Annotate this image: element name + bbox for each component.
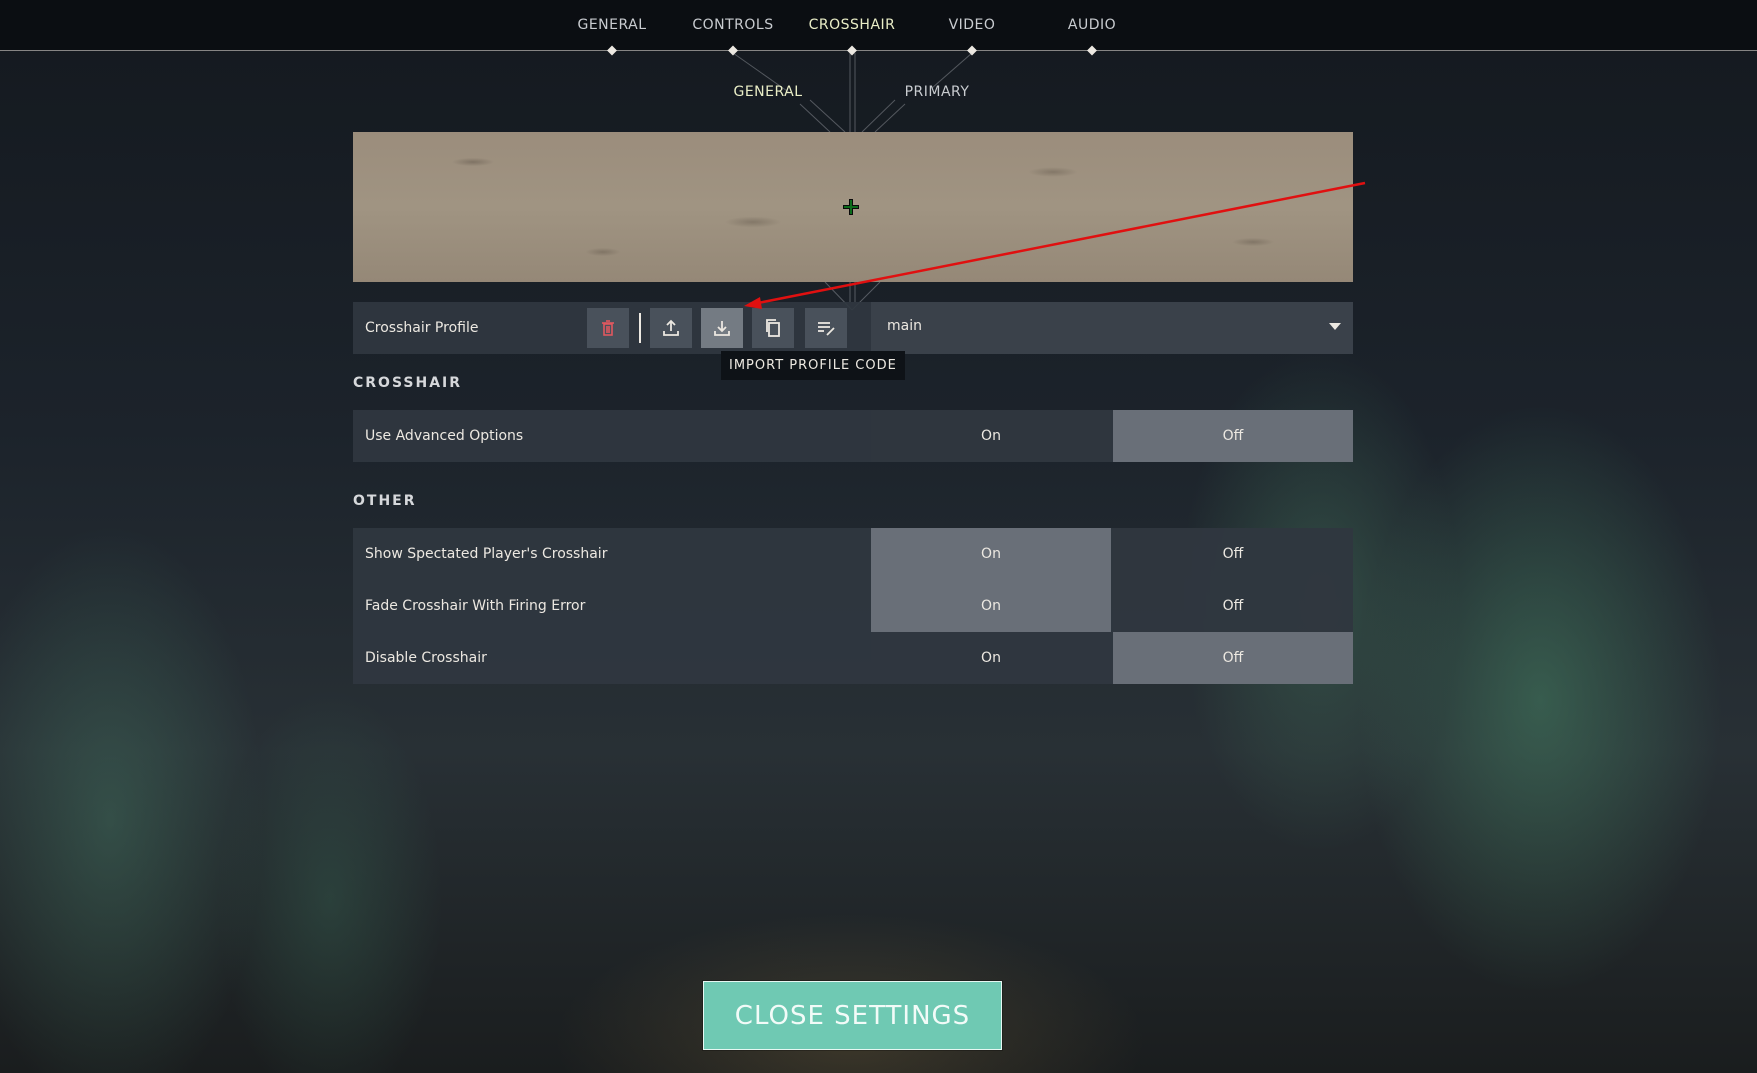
delete-profile-button[interactable] (587, 308, 629, 348)
option-on[interactable]: On (871, 632, 1111, 684)
copy-icon (766, 319, 780, 337)
option-off[interactable]: Off (1113, 410, 1353, 462)
setting-label: Show Spectated Player's Crosshair (365, 546, 608, 562)
option-on[interactable]: On (871, 528, 1111, 580)
chevron-down-icon (1329, 323, 1341, 330)
option-off[interactable]: Off (1113, 632, 1353, 684)
option-on[interactable]: On (871, 580, 1111, 632)
option-off[interactable]: Off (1113, 580, 1353, 632)
setting-label: Use Advanced Options (365, 428, 524, 444)
option-on[interactable]: On (871, 410, 1111, 462)
subtab-primary[interactable]: PRIMARY (905, 84, 970, 100)
crosshair-profile-label: Crosshair Profile (365, 320, 479, 336)
option-off[interactable]: Off (1113, 528, 1353, 580)
export-icon (663, 319, 679, 336)
setting-row-show-spectated-crosshair: Show Spectated Player's Crosshair On Off (353, 528, 1353, 580)
crosshair-icon (843, 199, 859, 215)
setting-row-fade-crosshair: Fade Crosshair With Firing Error On Off (353, 580, 1353, 632)
crosshair-preview (353, 132, 1353, 282)
toolbar-divider (639, 313, 641, 343)
export-profile-button[interactable] (650, 308, 692, 348)
import-profile-button[interactable] (701, 308, 743, 348)
copy-profile-button[interactable] (752, 308, 794, 348)
setting-row-disable-crosshair: Disable Crosshair On Off (353, 632, 1353, 684)
profile-select-value: main (887, 318, 922, 334)
section-title-other: OTHER (353, 493, 417, 509)
profile-select[interactable]: main (871, 302, 1353, 354)
setting-label: Fade Crosshair With Firing Error (365, 598, 586, 614)
close-settings-button[interactable]: CLOSE SETTINGS (703, 981, 1002, 1050)
crosshair-profile-row: Crosshair Profile main (353, 302, 1353, 354)
rename-profile-button[interactable] (805, 308, 847, 348)
rename-icon (818, 322, 835, 336)
import-tooltip: IMPORT PROFILE CODE (721, 351, 905, 380)
section-title-crosshair: CROSSHAIR (353, 375, 463, 391)
setting-label: Disable Crosshair (365, 650, 487, 666)
delete-icon (602, 320, 614, 336)
import-icon (714, 321, 730, 336)
setting-row-use-advanced-options: Use Advanced Options On Off (353, 410, 1353, 462)
subtab-general[interactable]: GENERAL (733, 84, 802, 100)
